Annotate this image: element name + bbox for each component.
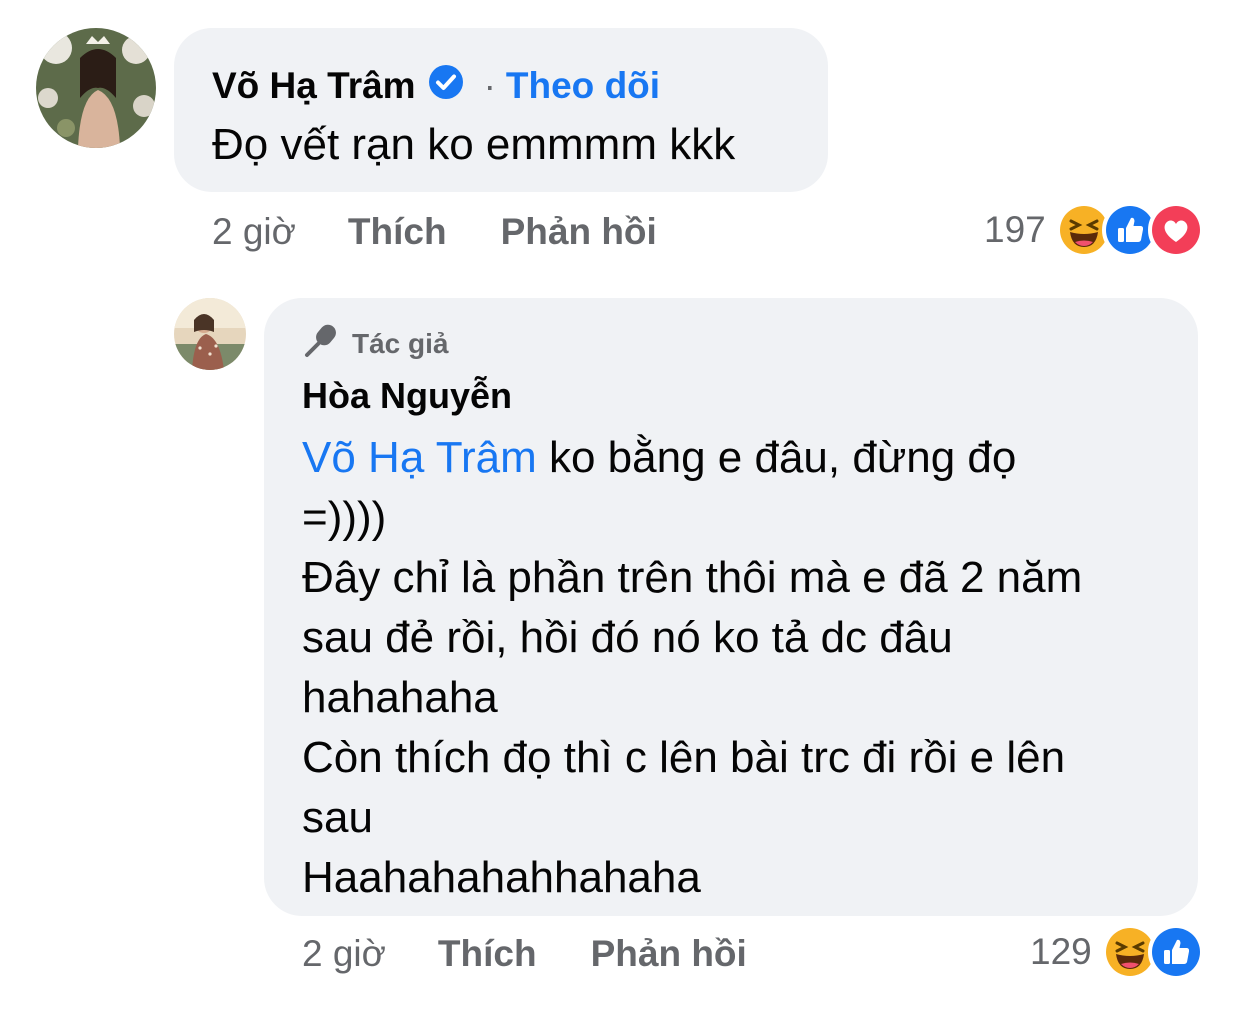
comment-actions: 2 giờ Thích Phản hồi	[212, 208, 657, 256]
microphone-icon	[302, 322, 340, 367]
reply-reactions[interactable]: 129	[1030, 924, 1204, 980]
like-button[interactable]: Thích	[438, 933, 537, 975]
author-badge: Tác giả	[302, 324, 1198, 364]
reply-bubble: Tác giả Hòa Nguyễn Võ Hạ Trâm ko bằng e …	[264, 298, 1198, 916]
reply-text-line: =))))	[302, 493, 387, 542]
reply-text-line: Haahahahahhahaha	[302, 853, 701, 902]
comment-bubble: Võ Hạ Trâm · Theo dõi Đọ vết rạn ko emmm…	[174, 28, 828, 192]
reply-text-line: Còn thích đọ thì c lên bài trc đi rồi e …	[302, 733, 1066, 782]
author-badge-label: Tác giả	[352, 328, 449, 359]
reply-timestamp[interactable]: 2 giờ	[302, 933, 386, 975]
commenter-avatar[interactable]	[36, 28, 156, 148]
reply-author-avatar[interactable]	[174, 298, 246, 370]
mention-link[interactable]: Võ Hạ Trâm	[302, 433, 537, 482]
comment-reactions[interactable]: 197	[984, 202, 1204, 258]
comment-text: Đọ vết rạn ko emmmm kkk	[212, 120, 736, 169]
love-icon	[1147, 202, 1204, 258]
comment-timestamp[interactable]: 2 giờ	[212, 211, 296, 253]
reaction-count: 129	[1030, 931, 1092, 972]
follow-separator: ·	[483, 65, 496, 106]
reply-text: Võ Hạ Trâm ko bằng e đâu, đừng đọ =)))) …	[302, 428, 1198, 908]
reaction-icons	[1055, 202, 1204, 258]
reply-button[interactable]: Phản hồi	[501, 211, 657, 253]
reply-author-name[interactable]: Hòa Nguyễn	[302, 374, 1198, 418]
reply-text-line: Đây chỉ là phần trên thôi mà e đã 2 năm	[302, 553, 1083, 602]
like-button[interactable]: Thích	[348, 211, 447, 253]
reply-text-line: sau	[302, 793, 373, 842]
verified-badge-icon	[428, 64, 464, 109]
follow-link[interactable]: Theo dõi	[506, 65, 660, 107]
reaction-count: 197	[984, 209, 1046, 250]
reply-text-line: sau đẻ rồi, hồi đó nó ko tả dc đâu	[302, 613, 953, 662]
reaction-icons	[1101, 924, 1204, 980]
reply-text-line: hahahaha	[302, 673, 498, 722]
comment-author-name[interactable]: Võ Hạ Trâm	[212, 65, 416, 107]
reply-button[interactable]: Phản hồi	[591, 933, 747, 975]
like-icon	[1147, 924, 1204, 980]
reply-text-line: ko bằng e đâu, đừng đọ	[548, 433, 1017, 482]
reply-actions: 2 giờ Thích Phản hồi	[302, 930, 747, 978]
